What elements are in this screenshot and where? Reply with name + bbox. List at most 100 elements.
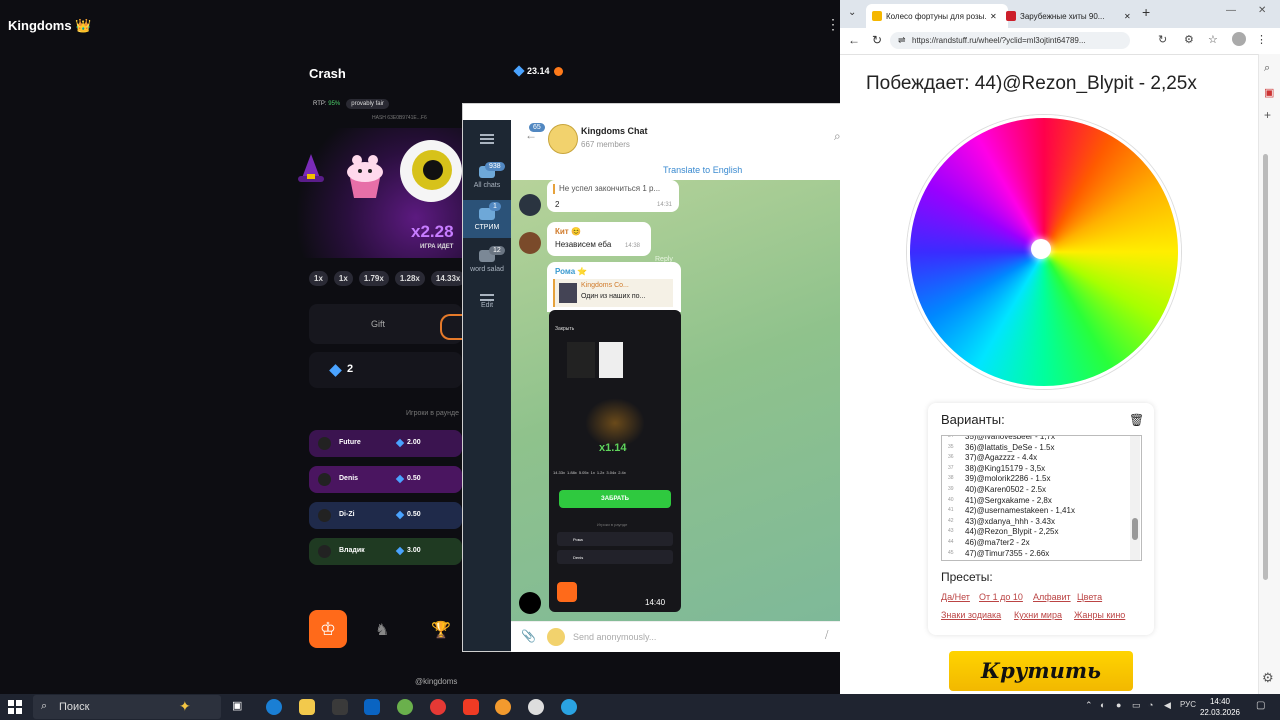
edge-icon[interactable] [266, 699, 282, 715]
tab-gift[interactable]: Gift [371, 319, 385, 329]
browser-tab-strip: ⌄ Колесо фортуны для розы... ✕ Зарубежны… [840, 0, 1280, 28]
nav-home-button[interactable]: ♔ [309, 610, 347, 648]
add-icon[interactable]: + [1264, 108, 1271, 122]
translate-link[interactable]: Translate to English [663, 165, 742, 175]
user-avatar[interactable] [519, 194, 541, 216]
taskbar-search-input[interactable]: Поиск [59, 701, 89, 713]
sidebar-item-stream[interactable]: СТРИМ 1 [463, 200, 511, 238]
settings-gear-icon[interactable]: ⚙ [1262, 670, 1274, 686]
app-icon[interactable] [495, 699, 511, 715]
tab-music[interactable]: Зарубежные хиты 90... ✕ [1000, 4, 1140, 28]
close-tab-icon[interactable]: ✕ [1124, 12, 1131, 21]
store-icon[interactable] [332, 699, 348, 715]
chrome-icon[interactable] [397, 699, 413, 715]
screenshot-image[interactable]: Закрыть x1.14 14.33x 1.88x 5.05x 1x 1.2x… [549, 310, 681, 612]
preset-link[interactable]: Кухни мира [1014, 610, 1062, 620]
preset-link[interactable]: Да/Нет [941, 592, 970, 602]
bet-amount-field[interactable]: 2 [309, 352, 462, 388]
trash-icon[interactable]: 🗑 [1129, 413, 1144, 427]
more-menu-icon[interactable]: ⋮ [826, 16, 840, 33]
clock[interactable]: 14:40 22.03.2026 [1198, 696, 1242, 718]
attach-icon[interactable]: 📎 [521, 629, 536, 643]
quoted-message[interactable]: Kingdoms Co... Один из наших по... [553, 279, 673, 307]
taskbar-search[interactable]: ⌕ Поиск ✦ [33, 695, 221, 719]
tray-icon[interactable]: ● [1116, 700, 1121, 710]
new-tab-button[interactable]: + [1142, 4, 1150, 20]
extensions-icon[interactable]: ⚙ [1184, 33, 1194, 46]
nav-trophy-icon[interactable]: 🏆 [431, 620, 451, 640]
minimize-button[interactable]: — [1226, 5, 1236, 16]
line-number: 42 [948, 517, 954, 524]
provably-fair-badge[interactable]: provably fair [346, 99, 389, 109]
preset-link[interactable]: Алфавит [1033, 592, 1071, 602]
preset-link[interactable]: Знаки зодиака [941, 610, 1001, 620]
rtp-row: RTP: 95% provably fair [313, 99, 389, 109]
profile-avatar[interactable] [1232, 32, 1246, 46]
task-view-icon[interactable]: ▣ [232, 699, 248, 715]
variants-textarea[interactable]: 45 47)@Timur7355 - 2.66x 44 46)@ma7ter2 - 2… [941, 435, 1142, 561]
back-arrow-icon[interactable]: ← [848, 33, 860, 47]
volume-icon[interactable]: ◀ [1164, 700, 1171, 711]
language-indicator[interactable]: РУС [1180, 700, 1196, 709]
variant-line: 45 47)@Timur7355 - 2.66x [942, 549, 1132, 560]
diamond-icon [329, 364, 342, 377]
search-icon[interactable]: ⌕ [1264, 62, 1270, 75]
message-time: 14:31 [657, 202, 673, 208]
close-tab-icon[interactable]: ✕ [990, 12, 997, 21]
tray-icon[interactable]: ◐ [1100, 700, 1105, 710]
message-input[interactable]: Send anonymously... [573, 632, 656, 642]
browser-window: ⌄ Колесо фортуны для розы... ✕ Зарубежны… [840, 0, 1280, 694]
tab-wheel[interactable]: Колесо фортуны для розы... ✕ [866, 4, 1008, 28]
address-bar[interactable]: ⇌ https://randstuff.ru/wheel/?yclid=ml3o… [890, 32, 1130, 49]
notification-icon[interactable]: ▢ [1256, 700, 1265, 711]
site-info-icon[interactable]: ⇌ [898, 35, 906, 46]
preset-link[interactable]: Цвета [1077, 592, 1102, 602]
message-author[interactable]: Кит 😊 [555, 227, 581, 236]
nav-games-icon[interactable]: ♞ [375, 620, 389, 640]
telegram-icon[interactable] [561, 699, 577, 715]
address-bar-row: ← ↻ ⇌ https://randstuff.ru/wheel/?yclid=… [840, 28, 1280, 55]
spin-button[interactable]: Крутить [949, 651, 1133, 691]
tray-arrow-icon[interactable]: ⌃ [1085, 700, 1093, 711]
sidebar-item-all-chats[interactable]: All chats 938 [463, 160, 511, 196]
send-as-avatar[interactable] [547, 628, 565, 646]
reader-icon[interactable]: ↻ [1158, 33, 1167, 46]
message-author[interactable]: Рома ⭐ [555, 267, 587, 276]
variants-scrollbar[interactable] [1130, 436, 1140, 560]
yandex-browser-icon[interactable] [463, 699, 479, 715]
line-number: 34 [948, 435, 954, 439]
chat-name[interactable]: Kingdoms Chat [581, 126, 648, 136]
commands-icon[interactable]: ⧸ [825, 630, 828, 641]
add-funds-icon[interactable] [553, 66, 563, 76]
bag-icon[interactable]: ▣ [1264, 86, 1274, 99]
scroll-thumb[interactable] [1132, 518, 1138, 540]
fortune-wheel[interactable] [907, 115, 1181, 389]
file-explorer-icon[interactable] [299, 699, 315, 715]
yandex-icon[interactable] [430, 699, 446, 715]
page-scrollbar[interactable] [1263, 154, 1268, 580]
balance[interactable]: 23.14 [513, 65, 563, 77]
player-avatar [318, 545, 331, 558]
user-avatar[interactable] [519, 232, 541, 254]
user-avatar[interactable] [519, 592, 541, 614]
network-icon[interactable]: ▭ [1132, 700, 1141, 711]
close-window-button[interactable]: ✕ [1258, 5, 1266, 16]
shot-chip: 3.04x [606, 470, 617, 475]
reload-icon[interactable]: ↻ [872, 33, 882, 47]
tab-menu-icon[interactable]: ⌄ [848, 7, 856, 18]
preset-link[interactable]: Жанры кино [1074, 610, 1125, 620]
chat-avatar[interactable] [548, 124, 578, 154]
variant-line: 37 38)@King15179 - 3,5x [942, 464, 1132, 475]
tab-active[interactable] [440, 314, 464, 340]
variant-text: 37)@Agazzzz - 4.4x [965, 453, 1038, 463]
wifi-icon[interactable]: ◔ [1148, 700, 1153, 710]
sidebar-menu-icon[interactable] [463, 132, 511, 152]
outlook-icon[interactable] [364, 699, 380, 715]
sidebar-item-edit[interactable]: Edit [463, 290, 511, 320]
preset-link[interactable]: От 1 до 10 [979, 592, 1023, 602]
bookmark-star-icon[interactable]: ☆ [1208, 33, 1218, 46]
windows-start-icon[interactable] [8, 700, 22, 714]
obs-icon[interactable] [528, 699, 544, 715]
sidebar-item-word-salad[interactable]: word salad 12 [463, 244, 511, 280]
browser-menu-icon[interactable]: ⋮ [1256, 33, 1267, 46]
